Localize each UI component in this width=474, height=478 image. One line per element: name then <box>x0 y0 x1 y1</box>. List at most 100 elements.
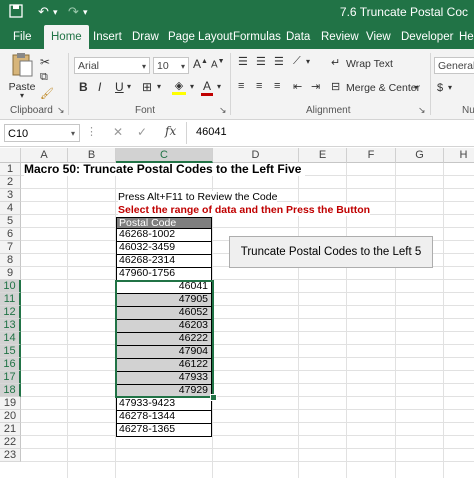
tab-review[interactable]: Review <box>321 25 359 49</box>
align-middle-icon[interactable]: ☰ <box>256 55 266 68</box>
row-header[interactable]: 18 <box>0 384 21 397</box>
column-header[interactable]: B <box>68 148 116 163</box>
cancel-icon[interactable]: ✕ <box>113 125 123 139</box>
fill-dropdown-icon[interactable]: ▾ <box>190 82 194 91</box>
formula-input[interactable]: 46041 <box>196 126 227 138</box>
row-header[interactable]: 23 <box>0 449 21 462</box>
row-header[interactable]: 1 <box>0 163 21 176</box>
row-header[interactable]: 4 <box>0 202 21 215</box>
paste-button[interactable]: Paste ▾ <box>8 52 36 100</box>
tab-formulas[interactable]: Formulas <box>233 25 281 49</box>
currency-icon[interactable]: $ <box>437 82 443 94</box>
merge-center-icon[interactable]: ⊟ <box>331 80 340 93</box>
borders-dropdown-icon[interactable]: ▾ <box>157 82 161 91</box>
underline-button[interactable]: U <box>115 80 124 94</box>
copy-icon[interactable]: ⧉ <box>40 71 48 84</box>
column-header[interactable]: D <box>213 148 299 163</box>
tab-file[interactable]: File <box>13 25 32 49</box>
name-box[interactable]: C10 ▾ <box>4 124 80 142</box>
table-cell[interactable]: 46278-1365 <box>116 424 212 437</box>
row-header[interactable]: 22 <box>0 436 21 449</box>
row-header[interactable]: 21 <box>0 423 21 436</box>
merge-center-button[interactable]: Merge & Center <box>346 82 420 94</box>
qat-customize-icon[interactable]: ▾ <box>83 7 88 18</box>
row-header[interactable]: 13 <box>0 319 21 332</box>
row-header[interactable]: 11 <box>0 293 21 306</box>
column-header[interactable]: E <box>299 148 347 163</box>
undo-icon[interactable]: ↶ <box>38 4 49 20</box>
tab-insert[interactable]: Insert <box>93 25 122 49</box>
align-center-icon[interactable]: ≡ <box>256 80 262 92</box>
row-header[interactable]: 2 <box>0 176 21 189</box>
row-header[interactable]: 3 <box>0 189 21 202</box>
number-format-select[interactable]: General <box>434 57 474 74</box>
redo-icon[interactable]: ↷ <box>68 4 79 20</box>
tab-help[interactable]: Hel <box>459 25 474 49</box>
borders-icon[interactable]: ⊞ <box>142 80 152 94</box>
align-right-icon[interactable]: ≡ <box>274 80 280 92</box>
tab-home[interactable]: Home <box>44 25 89 49</box>
row-header[interactable]: 7 <box>0 241 21 254</box>
font-size-select[interactable]: 10 ▾ <box>153 57 189 74</box>
row-header[interactable]: 17 <box>0 371 21 384</box>
merge-dropdown-icon[interactable]: ▾ <box>414 83 418 92</box>
alignment-launcher-icon[interactable]: ↘ <box>418 105 426 116</box>
align-left-icon[interactable]: ≡ <box>238 80 244 92</box>
align-bottom-icon[interactable]: ☰ <box>274 55 284 68</box>
font-color-dropdown-icon[interactable]: ▾ <box>217 82 221 91</box>
tab-page-layout[interactable]: Page Layout <box>168 25 233 49</box>
decrease-font-icon[interactable]: A▼ <box>211 58 225 70</box>
clipboard-launcher-icon[interactable]: ↘ <box>57 105 65 116</box>
font-color-icon[interactable]: A <box>201 79 213 96</box>
font-name-select[interactable]: Arial ▾ <box>74 57 150 74</box>
row-header[interactable]: 5 <box>0 215 21 228</box>
font-launcher-icon[interactable]: ↘ <box>219 105 227 116</box>
undo-dropdown-icon[interactable]: ▾ <box>53 7 58 18</box>
resize-dots-icon[interactable]: ⋮ <box>86 125 97 138</box>
row-header[interactable]: 14 <box>0 332 21 345</box>
row-header[interactable]: 16 <box>0 358 21 371</box>
increase-indent-icon[interactable]: ⇥ <box>311 80 320 93</box>
currency-dropdown-icon[interactable]: ▾ <box>448 83 452 92</box>
paste-dropdown-icon[interactable]: ▾ <box>8 92 36 100</box>
row-header[interactable]: 10 <box>0 280 21 293</box>
enter-icon[interactable]: ✓ <box>137 125 147 139</box>
tab-view[interactable]: View <box>366 25 391 49</box>
select-all-corner[interactable] <box>0 148 21 163</box>
underline-dropdown-icon[interactable]: ▾ <box>127 82 131 91</box>
formula-bar: C10 ▾ ⋮ ✕ ✓ fx 46041 <box>0 120 474 147</box>
format-painter-icon[interactable]: 🖌 <box>40 87 54 100</box>
wrap-text-icon[interactable]: ↵ <box>331 56 340 69</box>
row-header[interactable]: 6 <box>0 228 21 241</box>
row-header[interactable]: 20 <box>0 410 21 423</box>
column-header[interactable]: C <box>116 148 213 163</box>
row-header[interactable]: 8 <box>0 254 21 267</box>
fill-color-icon[interactable]: ◈ <box>172 79 186 95</box>
italic-button[interactable]: I <box>98 80 101 94</box>
decrease-indent-icon[interactable]: ⇤ <box>293 80 302 93</box>
column-header[interactable]: F <box>347 148 396 163</box>
column-header[interactable]: H <box>444 148 474 163</box>
tab-draw[interactable]: Draw <box>132 25 159 49</box>
wrap-text-button[interactable]: Wrap Text <box>346 58 393 70</box>
orientation-icon[interactable]: ⟋ <box>293 55 301 68</box>
gridline <box>21 357 474 358</box>
column-header[interactable]: A <box>21 148 68 163</box>
fill-handle[interactable] <box>210 394 217 401</box>
bold-button[interactable]: B <box>79 80 88 94</box>
row-header[interactable]: 9 <box>0 267 21 280</box>
orientation-dropdown-icon[interactable]: ▾ <box>306 57 310 66</box>
insert-function-icon[interactable]: fx <box>165 124 176 138</box>
truncate-button[interactable]: Truncate Postal Codes to the Left 5 <box>229 236 433 268</box>
cut-icon[interactable]: ✂ <box>40 55 50 69</box>
tab-data[interactable]: Data <box>286 25 310 49</box>
column-header[interactable]: G <box>396 148 444 163</box>
increase-font-icon[interactable]: A▲ <box>193 57 208 71</box>
row-header[interactable]: 19 <box>0 397 21 410</box>
row-header[interactable]: 15 <box>0 345 21 358</box>
save-icon[interactable] <box>9 4 23 21</box>
tab-developer[interactable]: Developer <box>401 25 453 49</box>
row-header[interactable]: 12 <box>0 306 21 319</box>
worksheet-grid[interactable]: A B C D E F G H 1 2 3 4 5 6 7 8 9 10 11 … <box>0 148 474 478</box>
align-top-icon[interactable]: ☰ <box>238 55 248 68</box>
